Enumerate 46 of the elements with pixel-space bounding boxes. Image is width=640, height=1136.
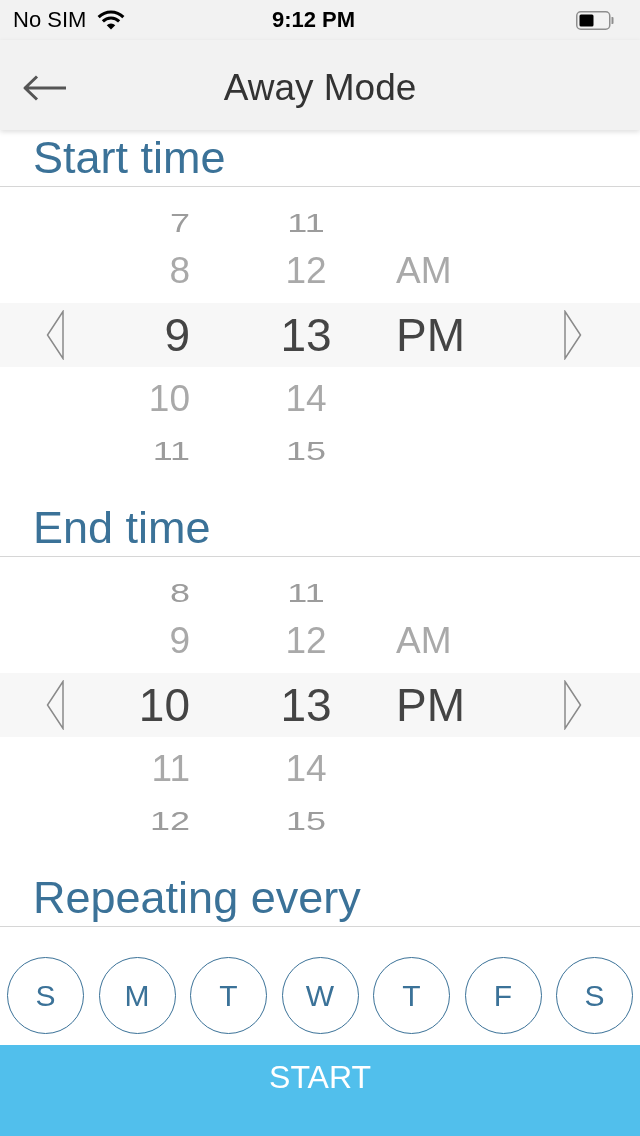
minute-option[interactable]: 11: [287, 208, 325, 238]
hour-option[interactable]: 12: [149, 806, 190, 836]
minute-option[interactable]: 13: [280, 679, 332, 731]
hour-option[interactable]: 10: [138, 679, 190, 731]
section-heading: Start time: [33, 133, 226, 183]
minute-option[interactable]: 15: [285, 806, 326, 836]
carrier-label: No SIM: [13, 7, 87, 33]
day-toggle[interactable]: T: [373, 957, 450, 1034]
hour-option[interactable]: 11: [151, 748, 190, 790]
day-toggle[interactable]: W: [281, 957, 359, 1034]
day-toggle[interactable]: M: [98, 957, 176, 1034]
day-toggle[interactable]: T: [190, 957, 267, 1034]
minute-option[interactable]: 12: [285, 620, 327, 662]
day-toggle[interactable]: S: [7, 957, 84, 1034]
hour-option[interactable]: 9: [164, 309, 190, 361]
left-triangle-icon[interactable]: [46, 310, 64, 360]
clock-time: 9:12 PM: [271, 7, 356, 33]
period-option[interactable]: AM: [396, 620, 452, 662]
minute-option[interactable]: 14: [285, 748, 327, 790]
battery-icon: [576, 10, 614, 30]
section-heading: Repeating every: [33, 873, 361, 923]
start-button[interactable]: START: [0, 1045, 640, 1136]
minute-option[interactable]: 13: [280, 309, 332, 361]
minute-option[interactable]: 11: [287, 578, 325, 608]
hour-option[interactable]: 11: [152, 436, 190, 466]
minute-option[interactable]: 14: [285, 378, 327, 420]
day-toggle[interactable]: S: [556, 957, 633, 1034]
back-button[interactable]: [22, 74, 66, 102]
screen-title: Away Mode: [223, 67, 417, 109]
hour-option[interactable]: 9: [169, 620, 190, 662]
period-option[interactable]: PM: [396, 309, 465, 361]
hour-option[interactable]: 7: [169, 208, 190, 238]
right-triangle-icon[interactable]: [564, 680, 582, 730]
wifi-icon: [97, 10, 126, 30]
day-toggle[interactable]: F: [464, 957, 542, 1034]
section-heading: End time: [33, 503, 211, 553]
back-arrow-icon: [22, 74, 66, 102]
hour-option[interactable]: 10: [148, 378, 190, 420]
right-triangle-icon[interactable]: [564, 310, 582, 360]
minute-option[interactable]: 15: [285, 436, 326, 466]
left-triangle-icon[interactable]: [46, 680, 64, 730]
period-option[interactable]: PM: [396, 679, 465, 731]
hour-option[interactable]: 8: [169, 578, 190, 608]
hour-option[interactable]: 8: [169, 250, 190, 292]
period-option[interactable]: AM: [396, 250, 452, 292]
minute-option[interactable]: 12: [285, 250, 327, 292]
